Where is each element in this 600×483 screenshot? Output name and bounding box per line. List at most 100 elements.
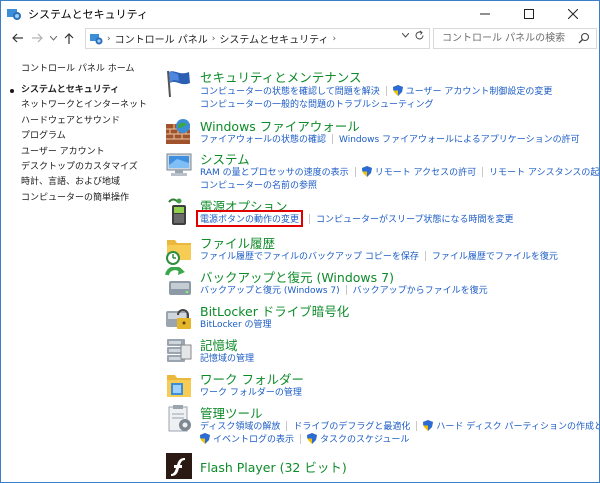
category-title[interactable]: Flash Player (32 ビット) [200,457,347,476]
maximize-button[interactable] [507,1,551,26]
category-bitlocker: BitLocker ドライブ暗号化 BitLocker の管理 [163,301,593,331]
search-input[interactable] [440,32,574,45]
file-history-icon [163,233,195,265]
forward-arrow-icon [31,33,43,43]
task-link[interactable]: バックアップと復元 (Windows 7) [200,283,340,296]
link-separator [309,213,311,224]
sidebar-item-programs[interactable]: プログラム [21,129,151,144]
chevron-down-icon [49,35,57,41]
uac-shield-icon [361,166,372,177]
storage-icon [163,335,195,367]
uac-shield-icon [423,420,434,431]
category-links-row: 電源ボタンの動作の変更 コンピューターがスリープ状態になる時間を変更 [196,210,513,227]
link-separator [354,166,356,177]
refresh-icon [415,30,424,40]
category-links-row: ディスク領域の解放 ドライブのデフラグと最適化 ハード ディスク パーティション… [200,419,599,432]
back-button[interactable] [7,28,27,48]
task-link[interactable]: ドライブのデフラグと最適化 [293,419,410,432]
task-link[interactable]: ディスク領域の解放 [200,419,280,432]
category-work-folders: ワーク フォルダー ワーク フォルダーの管理 [163,369,593,399]
task-link[interactable]: バックアップからファイルを復元 [353,283,488,296]
close-icon [568,8,578,19]
category-storage-spaces: 記憶域 記憶域の管理 [163,335,593,365]
recent-locations-button[interactable] [47,28,59,48]
close-button[interactable] [551,1,595,26]
link-separator [385,85,387,96]
sidebar-item-appearance[interactable]: デスクトップのカスタマイズ [21,160,151,175]
category-links-row: コンピューターの状態を確認して問題を解決 ユーザー アカウント制御設定の変更 [200,84,552,97]
flag-icon [163,67,195,99]
breadcrumb-control-panel[interactable]: コントロール パネル [115,31,208,46]
task-link[interactable]: Windows ファイアウォールによるアプリケーションの許可 [339,132,580,145]
breadcrumb-system-security[interactable]: システムとセキュリティ [219,31,328,46]
power-button-action-link[interactable]: 電源ボタンの動作の変更 [196,210,304,227]
address-bar[interactable]: › コントロール パネル › システムとセキュリティ › [85,28,430,49]
uac-shield-icon [392,85,403,96]
task-link[interactable]: コンピューターがスリープ状態になる時間を変更 [316,212,513,225]
category-links-row: 記憶域の管理 [200,351,254,364]
category-links-row: コンピューターの名前の参照 [200,178,317,191]
task-link[interactable]: ワーク フォルダーの管理 [200,385,302,398]
window-title: システムとセキュリティ [28,7,149,21]
task-link[interactable]: ファイル履歴でファイルを復元 [432,249,558,262]
category-security-maintenance: セキュリティとメンテナンス コンピューターの状態を確認して問題を解決 ユーザー … [163,67,593,111]
task-link[interactable]: ハード ディスク パーティションの作成とフォーマット [436,419,599,432]
sidebar-item-user-accounts[interactable]: ユーザー アカウント [21,145,151,160]
category-flash-player: Flash Player (32 ビット) [163,453,593,481]
backup-icon [163,266,195,299]
uac-shield-icon [307,433,318,444]
link-separator [300,433,302,444]
task-link[interactable]: ファイアウォールの状態の確認 [200,132,326,145]
sidebar-item-clock-language-region[interactable]: 時計、言語、および地域 [21,175,151,190]
search-box[interactable] [433,28,597,49]
category-backup-restore: バックアップと復元 (Windows 7) バックアップと復元 (Windows… [163,266,593,299]
flash-icon [166,453,192,479]
task-link[interactable]: タスクのスケジュール [320,432,409,445]
title-bar: システムとセキュリティ [1,1,599,26]
admin-tools-icon [163,403,195,435]
link-separator [332,133,334,144]
sidebar-item-system-security[interactable]: システムとセキュリティ [10,83,151,98]
back-arrow-icon [11,33,23,43]
category-power-options: 電源オプション 電源ボタンの動作の変更 コンピューターがスリープ状態になる時間を… [163,196,593,230]
address-dropdown-button[interactable] [401,31,410,40]
sidebar-item-label: システムとセキュリティ [21,85,120,95]
task-link[interactable]: RAM の量とプロセッサの速度の表示 [200,165,349,178]
task-link[interactable]: リモート アシスタンスの起動 [489,165,599,178]
search-icon[interactable] [578,32,590,44]
navigation-bar: › コントロール パネル › システムとセキュリティ › [1,26,599,50]
sidebar-item-ease-of-access[interactable]: コンピューターの簡単操作 [21,191,151,206]
up-button[interactable] [59,28,79,48]
current-item-bullet-icon [10,89,14,93]
task-link[interactable]: リモート アクセスの許可 [375,165,476,178]
task-link[interactable]: コンピューターの一般的な問題のトラブルシューティング [200,97,433,110]
control-panel-icon [6,6,22,22]
category-links-row: バックアップと復元 (Windows 7) バックアップからファイルを復元 [200,283,488,296]
window: システムとセキュリティ › コントロール パネル › システムとセキュリティ ›… [0,0,600,483]
link-separator [424,250,426,261]
sidebar-item-hardware-sound[interactable]: ハードウェアとサウンド [21,114,151,129]
power-icon [163,196,195,228]
minimize-button[interactable] [463,1,507,26]
uac-shield-icon [200,433,210,444]
category-links-row: BitLocker の管理 [200,317,272,330]
category-links-row: ファイル履歴でファイルのバックアップ コピーを保存 ファイル履歴でファイルを復元 [200,249,558,262]
task-link[interactable]: コンピューターの名前の参照 [200,178,317,191]
task-link[interactable]: 記憶域の管理 [200,351,254,364]
task-link[interactable]: ファイル履歴でファイルのバックアップ コピーを保存 [200,249,419,262]
task-link[interactable]: ユーザー アカウント制御設定の変更 [406,84,553,97]
sidebar-item-network[interactable]: ネットワークとインターネット [21,98,151,113]
control-panel-home-link[interactable]: コントロール パネル ホーム [21,61,151,74]
category-links-row: コンピューターの一般的な問題のトラブルシューティング [200,97,433,110]
bitlocker-icon [163,301,195,333]
link-separator [416,420,418,431]
breadcrumb-separator-icon: › [332,33,337,44]
category-file-history: ファイル履歴 ファイル履歴でファイルのバックアップ コピーを保存 ファイル履歴で… [163,233,593,265]
refresh-button[interactable] [414,30,425,44]
task-link[interactable]: コンピューターの状態を確認して問題を解決 [200,84,380,97]
task-link[interactable]: イベントログの表示 [213,432,294,445]
category-windows-firewall: Windows ファイアウォール ファイアウォールの状態の確認 Windows … [163,116,593,146]
up-arrow-icon [64,32,74,44]
forward-button[interactable] [27,28,47,48]
task-link[interactable]: BitLocker の管理 [200,317,272,330]
